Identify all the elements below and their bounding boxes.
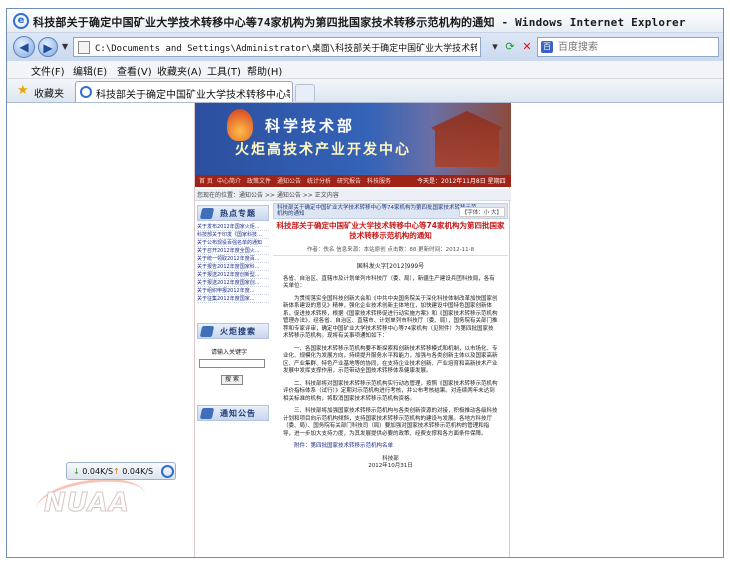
tab-title: 科技部关于确定中国矿业大学技术转移中心等7... (96, 90, 290, 101)
paragraph: 为贯彻落实全国科技创新大会和《中共中央国务院关于深化科技体制改革加快国家创新体系… (283, 295, 498, 340)
paragraph: 三、科技部将加强国家技术转移示范机构与各类创新资源的对接，积极推动各级科技计划和… (283, 408, 498, 437)
list-item[interactable]: 关于报送2012年度创新型... (197, 271, 269, 279)
tab-ie-icon (80, 86, 92, 98)
upload-arrow-icon: ↑ (113, 467, 120, 476)
search-button[interactable]: 搜 索 (221, 375, 243, 385)
list-item[interactable]: 关于组织申报2012年度... (197, 287, 269, 295)
notice-book-icon (199, 408, 215, 419)
favorites-bar: ★ 收藏夹 科技部关于确定中国矿业大学技术转移中心等7... (7, 79, 723, 103)
stop-icon[interactable]: ✕ (518, 38, 536, 56)
nav-stats[interactable]: 统计分析 (307, 176, 331, 185)
book-icon (199, 208, 215, 219)
search-header: 火炬搜索 (197, 323, 269, 339)
baidu-icon: 百 (541, 41, 553, 53)
search-input[interactable] (558, 39, 716, 55)
banner-subtitle: 火炬高技术产业开发中心 (235, 142, 411, 158)
nav-date: 今天是：2012年11月8日 星期四 (417, 178, 506, 185)
hot-topics-header: 热点专题 (197, 205, 269, 221)
article-header-text: 科技部关于确定中国矿业大学技术转移中心等74家机构为第四批国家技术转移示范机构的… (277, 205, 477, 217)
upload-speed: ↑ 0.04K/S (113, 467, 153, 476)
nav-intro[interactable]: 中心简介 (217, 176, 241, 185)
ie-tray-icon (161, 465, 174, 478)
nav-reports[interactable]: 研究报告 (337, 176, 361, 185)
article: 科技部关于确定中国矿业大学技术转移中心等74家机构为第四批国家技术转移示范机构的… (273, 203, 508, 557)
banner-title: 科学技术部 (265, 117, 356, 135)
download-speed-value: 0.04K/S (82, 467, 114, 476)
url-input[interactable] (95, 39, 477, 55)
salutation: 各省、自治区、直辖市及计划单列市科技厅（委、局），新疆生产建设兵团科技局，各有关… (283, 275, 495, 290)
site-nav: 首 页 中心简介 政策文件 通知公告 统计分析 研究报告 科技服务 今天是：20… (195, 175, 511, 187)
list-item[interactable]: 关于报告2012年度国家科... (197, 263, 269, 271)
list-item[interactable]: 关于召开2012年度全国火... (197, 247, 269, 255)
site-banner: 科学技术部 火炬高技术产业开发中心 (195, 103, 511, 175)
ie-logo-icon: e (13, 13, 29, 29)
article-body: 国科发火字[2012]999号 各省、自治区、直辖市及计划单列市科技厅（委、局）… (283, 263, 498, 476)
title-bar: e 科技部关于确定中国矿业大学技术转移中心等74家机构为第四批国家技术转移示范机… (7, 9, 723, 33)
notice-header: 通知公告 (197, 405, 269, 421)
star-icon[interactable]: ★ (17, 83, 29, 98)
breadcrumb-text: 您现在的位置：通知公告 >> 通知公告 >> 正文内容 (197, 192, 339, 199)
menu-view[interactable]: 查看(V) (117, 63, 152, 78)
search-box[interactable]: 百 (537, 37, 719, 57)
sidebar: 热点专题 关于发布2012年国家火炬... 科技部关于印发《国家科技... 关于… (197, 205, 269, 555)
list-item[interactable]: 关于统一领取2012年度百... (197, 255, 269, 263)
download-speed: ↓ 0.04K/S (73, 467, 113, 476)
font-size-toggle[interactable]: 【字体：小 大】 (458, 207, 505, 217)
list-item[interactable]: 关于公布现役百强名单的通知 (197, 239, 269, 247)
page-icon (78, 41, 90, 54)
list-item[interactable]: 关于发布2012年国家火炬... (197, 223, 269, 231)
web-page: 科学技术部 火炬高技术产业开发中心 首 页 中心简介 政策文件 通知公告 统计分… (194, 103, 511, 557)
breadcrumb: 您现在的位置：通知公告 >> 通知公告 >> 正文内容 (195, 189, 511, 201)
keyword-input[interactable] (199, 359, 265, 368)
article-meta: 作者：佚名 信息来源：本站原创 点击数：88 更新时间：2012-11-8 (273, 245, 508, 256)
search-prompt: 请输入关键字 (211, 349, 248, 356)
refresh-icon[interactable]: ⟳ (501, 38, 519, 56)
list-item[interactable]: 科技部关于印发《国家科技... (197, 231, 269, 239)
menu-tools[interactable]: 工具(T) (207, 63, 241, 78)
list-item[interactable]: 关于报送2012年度国家创... (197, 279, 269, 287)
address-bar: ◀ ▶ ▼ ▾ ⟳ ✕ 百 (7, 33, 723, 61)
back-arrow-icon[interactable]: ◀ (13, 36, 35, 58)
hot-topics-label: 热点专题 (220, 209, 256, 218)
watermark-logo: NUAA (44, 488, 130, 519)
menu-help[interactable]: 帮助(H) (247, 63, 282, 78)
new-tab-button[interactable] (295, 84, 315, 101)
nav-notice[interactable]: 通知公告 (277, 176, 301, 185)
window-title: 科技部关于确定中国矿业大学技术转移中心等74家机构为第四批国家技术转移示范机构的… (33, 16, 686, 29)
paragraph: 一、各国家技术转移示范机构要不断探索和创新技术转移模式和机制，以市场化、专业化、… (283, 345, 498, 375)
list-item[interactable]: 关于征集2012年度国家... (197, 295, 269, 303)
search-header-label: 火炬搜索 (220, 327, 256, 336)
browser-tab[interactable]: 科技部关于确定中国矿业大学技术转移中心等7... (75, 81, 293, 102)
sign-date: 2012年10月31日 (368, 463, 413, 469)
favorites-label[interactable]: 收藏夹 (34, 85, 64, 100)
paragraph: 二、科技部将对国家技术转移示范机构实行动态管理，按照《国家技术转移示范机构评价指… (283, 380, 498, 402)
menu-bar: 文件(F) 编辑(E) 查看(V) 收藏夹(A) 工具(T) 帮助(H) (7, 61, 723, 79)
notice-header-label: 通知公告 (220, 409, 256, 418)
article-header: 科技部关于确定中国矿业大学技术转移中心等74家机构为第四批国家技术转移示范机构的… (273, 203, 508, 219)
torch-logo-icon (227, 109, 253, 141)
attachment-link[interactable]: 附件：第四批国家技术转移示范机构名单 (283, 443, 498, 451)
forward-arrow-icon[interactable]: ▶ (38, 37, 58, 57)
nav-home[interactable]: 首 页 (199, 176, 213, 185)
net-speed-widget[interactable]: ↓ 0.04K/S ↑ 0.04K/S (66, 462, 176, 480)
nav-policy[interactable]: 政策文件 (247, 176, 271, 185)
search-book-icon (199, 326, 215, 337)
hot-topics-list: 关于发布2012年国家火炬... 科技部关于印发《国家科技... 关于公布现役百… (197, 223, 269, 303)
gate-image (431, 111, 503, 167)
doc-number: 国科发火字[2012]999号 (356, 263, 425, 270)
menu-edit[interactable]: 编辑(E) (73, 63, 107, 78)
history-dropdown-icon[interactable]: ▼ (62, 42, 68, 51)
url-box[interactable] (73, 37, 481, 57)
download-arrow-icon: ↓ (73, 467, 80, 476)
article-title: 科技部关于确定中国矿业大学技术转移中心等74家机构为第四批国家技术转移示范机构的… (276, 221, 505, 240)
upload-speed-value: 0.04K/S (122, 467, 154, 476)
menu-favorites[interactable]: 收藏夹(A) (157, 63, 202, 78)
sign-org: 科技部 (382, 455, 399, 462)
menu-file[interactable]: 文件(F) (31, 63, 65, 78)
nav-services[interactable]: 科技服务 (367, 176, 391, 185)
